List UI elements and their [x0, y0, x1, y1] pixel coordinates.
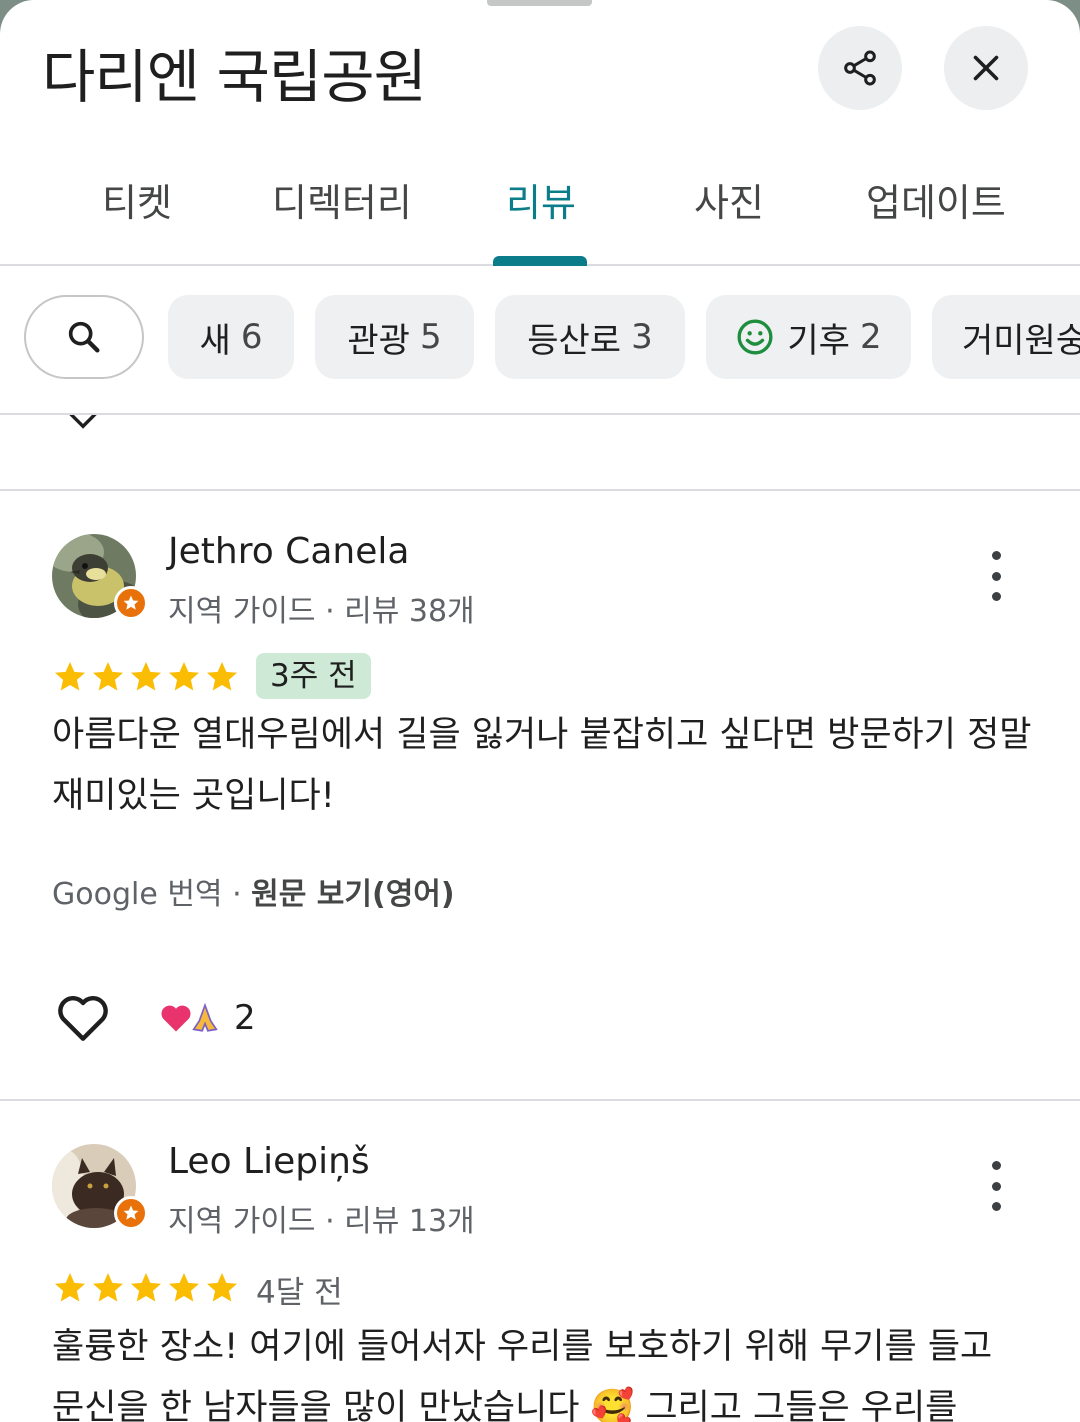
tab-tickets[interactable]: 티켓: [102, 172, 172, 227]
chip-label: 거미원숭이: [962, 320, 1080, 361]
share-button[interactable]: [818, 26, 902, 110]
active-tab-indicator: [493, 256, 587, 266]
translation-prefix: Google 번역 ·: [52, 877, 252, 912]
reviewer-meta: 지역 가이드 · 리뷰 13개: [168, 1204, 475, 1239]
chip-label: 등산로: [527, 320, 622, 361]
close-button[interactable]: [944, 26, 1028, 110]
reaction-emojis: [160, 415, 222, 421]
search-reviews-button[interactable]: [24, 295, 144, 379]
chip-count: 5: [419, 317, 442, 357]
review-card: Leo Liepiņš 지역 가이드 · 리뷰 13개 4달 전 훌륭한 장소!…: [0, 1101, 1080, 1422]
local-guide-badge: [114, 1196, 148, 1230]
translation-note: Google 번역 · 원문 보기(영어): [52, 869, 455, 913]
chip-count: 6: [240, 317, 263, 357]
drag-handle[interactable]: [487, 0, 592, 6]
view-original-link[interactable]: 원문 보기(영어): [251, 877, 454, 912]
chip-count: 2: [859, 317, 882, 357]
filter-chip-tourism[interactable]: 관광 5: [315, 295, 474, 379]
chip-count: 3: [631, 317, 653, 357]
star-rating: [52, 1270, 240, 1306]
reviewer-name[interactable]: Leo Liepiņš: [168, 1141, 370, 1182]
review-text[interactable]: 아름다운 열대우림에서 길을 잃거나 붙잡히고 싶다면 방문하기 정말 재미있는…: [52, 705, 1032, 827]
like-icon: [69, 415, 97, 429]
tab-photos[interactable]: 사진: [694, 172, 764, 227]
reactions-row: 2: [52, 987, 256, 1049]
filter-chip-birds[interactable]: 새6: [168, 295, 294, 379]
review-topic-filters: 새6 관광5 등산로3 기후2 거미원숭이: [0, 267, 1080, 415]
tab-reviews[interactable]: 리뷰: [506, 172, 576, 227]
star-rating: [52, 659, 240, 695]
review-date-badge: 3주 전: [256, 653, 371, 699]
chip-label: 기후: [787, 320, 850, 361]
like-icon[interactable]: [52, 987, 114, 1049]
close-icon: [973, 55, 999, 81]
folded-hands-emoji-icon: [192, 1002, 218, 1032]
review-text[interactable]: 훌륭한 장소! 여기에 들어서자 우리를 보호하기 위해 무기를 들고 문신을 …: [52, 1317, 1032, 1422]
tab-bar: 티켓 디렉터리 리뷰 사진 업데이트: [0, 150, 1080, 266]
tab-directory[interactable]: 디렉터리: [272, 172, 412, 227]
share-icon: [844, 50, 876, 86]
tab-updates[interactable]: 업데이트: [866, 172, 1006, 227]
previous-review-remnant: [0, 415, 1080, 491]
place-sheet: 다리엔 국립공원 티켓 디렉터리 리뷰 사진 업데이트 새 6 관광 5 등산로…: [0, 0, 1080, 1422]
reviewer-meta: 지역 가이드 · 리뷰 38개: [168, 594, 475, 629]
search-icon: [68, 321, 100, 353]
more-options-button[interactable]: [980, 551, 1012, 601]
filter-chip-spider-monkey[interactable]: 거미원숭이: [932, 295, 1080, 379]
filter-chip-trails[interactable]: 등산로 3: [495, 295, 685, 379]
local-guide-badge: [114, 586, 148, 620]
review-date: 4달 전: [256, 1275, 343, 1311]
chip-label: 새: [199, 320, 231, 361]
review-card: Jethro Canela 지역 가이드 · 리뷰 38개 3주 전 아름다운 …: [0, 491, 1080, 1101]
reaction-count[interactable]: 2: [234, 998, 256, 1038]
chip-label: 관광: [347, 320, 410, 361]
page-title: 다리엔 국립공원: [42, 43, 427, 111]
reviewer-name[interactable]: Jethro Canela: [168, 531, 409, 572]
filter-chip-climate[interactable]: 기후 2: [706, 295, 911, 379]
smiley-icon: [737, 319, 773, 355]
more-options-button[interactable]: [980, 1161, 1012, 1211]
